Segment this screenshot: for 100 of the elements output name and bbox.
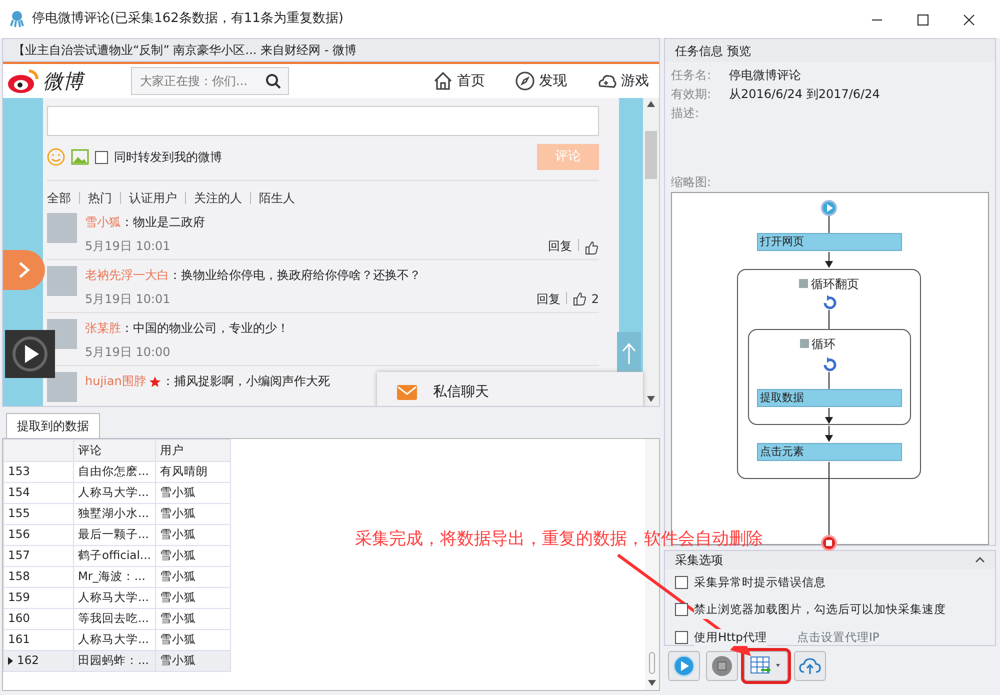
flow-step: 打开网页 <box>757 232 902 251</box>
scroll-down-icon[interactable] <box>647 396 655 402</box>
row-number: 156 <box>8 527 30 542</box>
scroll-down-icon[interactable] <box>648 680 656 686</box>
table-cell: 雪小狐 <box>155 546 230 566</box>
table-cell: 自由你怎麽... <box>74 462 156 482</box>
arrow-up-icon <box>622 343 636 365</box>
comment-input[interactable] <box>47 106 599 136</box>
chat-label: 私信聊天 <box>433 382 489 402</box>
start-node-icon <box>821 200 837 216</box>
search-field[interactable]: 大家正在搜：你们... <box>131 67 289 95</box>
table-cell: 人称马大学... <box>74 588 156 608</box>
table-cell: 鹤子official... <box>74 546 156 566</box>
row-number: 153 <box>8 464 30 478</box>
option-label: 使用Http代理 <box>694 628 767 646</box>
scroll-up-icon[interactable] <box>647 101 655 107</box>
stop-button[interactable] <box>706 651 738 681</box>
comment-text: hujian围脖 ：捕风捉影啊，小编阅声作大死 <box>85 373 330 390</box>
panel-title: 任务信息 预览 <box>675 42 751 60</box>
table-cell: 雪小狐 <box>155 566 230 588</box>
table-cell: Mr_海波：... <box>74 566 156 588</box>
comment-time: 5月19日 10:01 <box>85 238 172 255</box>
nav-link[interactable]: 发现 <box>515 70 567 92</box>
reply-link[interactable]: 回复 <box>548 237 572 255</box>
row-number: 155 <box>8 506 30 520</box>
comment-time: 5月19日 10:01 <box>85 291 172 308</box>
thumbnail-label: 缩略图: <box>671 174 712 191</box>
column-header[interactable]: 评论 <box>74 440 156 462</box>
chevron-right-icon <box>18 261 30 279</box>
comment-text: 张某胜：中国的物业公司，专业的少！ <box>85 320 289 337</box>
filter-link[interactable]: 陌生人 <box>259 189 295 207</box>
collapse-icon[interactable] <box>975 557 985 563</box>
row-number: 162 <box>17 653 39 668</box>
maximize-icon[interactable] <box>917 14 929 26</box>
options-title: 采集选项 <box>675 552 723 569</box>
weibo-logo-icon <box>7 67 41 95</box>
option-label: 禁止浏览器加载图片，勾选后可以加快采集速度 <box>694 601 946 618</box>
column-header[interactable]: 用户 <box>155 440 230 462</box>
checkbox[interactable] <box>675 603 688 616</box>
checkbox[interactable] <box>675 630 688 644</box>
close-icon[interactable] <box>963 14 975 26</box>
filter-link[interactable]: 全部 <box>47 189 71 207</box>
export-button[interactable] <box>744 651 788 681</box>
logo-text: 微博 <box>43 66 83 96</box>
row-number: 161 <box>8 632 30 646</box>
filter-link[interactable]: 热门 <box>88 189 112 207</box>
table-cell: 雪小狐 <box>155 524 230 546</box>
flow-step: 提取数据 <box>757 388 902 407</box>
flow-step: 点击元素 <box>757 442 902 461</box>
reply-link[interactable]: 回复 <box>536 290 560 308</box>
search-icon[interactable] <box>265 73 281 89</box>
video-play-button[interactable] <box>5 330 55 378</box>
loop-title: 循环翻页 <box>811 276 859 293</box>
cloud-button[interactable] <box>794 651 826 681</box>
checkbox[interactable] <box>675 576 688 590</box>
loop-icon <box>824 356 836 371</box>
window-title: 停电微博评论(已采集162条数据，有11条为重复数据) <box>32 10 344 28</box>
field-value: 从2016/6/24 到2017/6/24 <box>729 86 880 104</box>
avatar-photo-placeholder <box>47 266 77 296</box>
table-cell: 等我回去吃... <box>74 608 156 630</box>
table-cell: 雪小狐 <box>155 482 230 504</box>
home-icon <box>433 71 453 91</box>
row-number: 154 <box>8 485 30 500</box>
compass-icon <box>515 71 535 91</box>
table-cell: 有风晴朗 <box>155 462 230 482</box>
comment-time: 5月19日 10:00 <box>85 344 172 361</box>
field-label: 有效期: <box>671 86 712 104</box>
checkbox[interactable] <box>95 150 108 164</box>
annotation-text: 采集完成，将数据导出，重复的数据，软件会自动删除 <box>355 528 763 551</box>
table-cell: 雪小狐 <box>155 504 230 524</box>
like-button[interactable]: 2 <box>573 290 599 308</box>
nav-link[interactable]: 游戏 <box>597 70 649 92</box>
play-icon <box>673 655 695 677</box>
comment-text: 雪小狐：物业是二政府 <box>85 214 205 231</box>
thumbs-up-icon <box>585 241 599 255</box>
comment-text: 老衲先浮一大白：换物业给你停电，换政府给你停啥？还换不？ <box>85 267 421 284</box>
proxy-settings-link[interactable]: 点击设置代理IP <box>796 628 880 646</box>
row-number: 160 <box>8 611 30 626</box>
loop-icon <box>824 294 836 309</box>
row-number: 158 <box>8 569 30 584</box>
scrollbar-thumb[interactable] <box>645 131 657 179</box>
avatar-photo-placeholder <box>47 372 77 402</box>
loop-title: 循环 <box>812 336 836 353</box>
table-cell: 田园蚂蚱：... <box>74 650 156 672</box>
filter-link[interactable]: 认证用户 <box>129 189 177 207</box>
table-cell: 雪小狐 <box>155 650 230 672</box>
nav-link[interactable]: 首页 <box>433 70 485 92</box>
like-button[interactable] <box>585 241 599 255</box>
field-value: 停电微博评论 <box>729 67 801 84</box>
mail-icon <box>397 384 417 400</box>
table-cell: 独墅湖小水... <box>74 504 156 524</box>
cloud-upload-icon <box>799 655 821 677</box>
table-cell: 雪小狐 <box>155 588 230 608</box>
table-cell: 雪小狐 <box>155 608 230 630</box>
data-tab[interactable]: 提取到的数据 <box>6 413 100 438</box>
start-button[interactable] <box>668 651 700 681</box>
filter-link[interactable]: 关注的人 <box>194 189 242 207</box>
chat-popup[interactable]: 私信聊天 <box>377 372 643 406</box>
scrollbar-thumb[interactable] <box>649 652 655 674</box>
table-cell: 最后一颗子... <box>74 524 156 546</box>
